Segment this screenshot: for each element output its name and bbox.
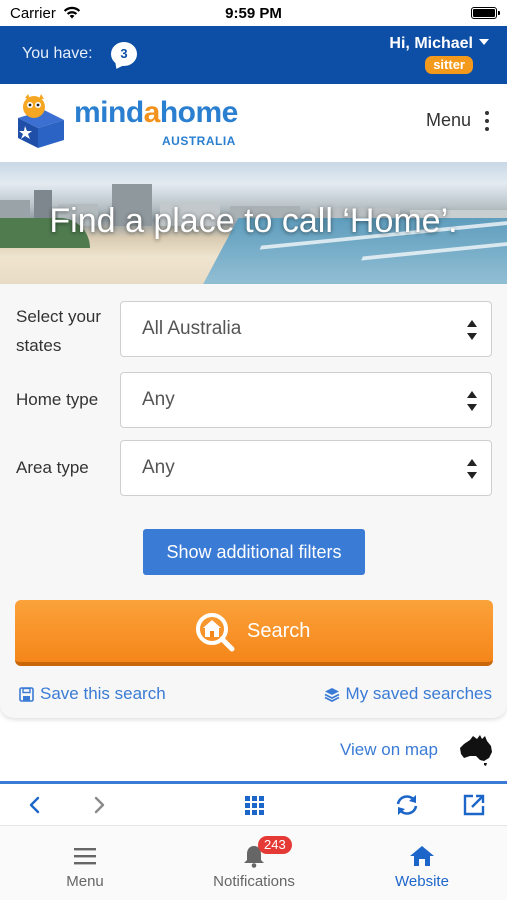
role-badge: sitter xyxy=(425,56,473,74)
you-have-label: You have: xyxy=(22,45,93,62)
australia-map-icon[interactable] xyxy=(458,732,494,766)
open-external-icon[interactable] xyxy=(461,792,487,818)
hamburger-icon xyxy=(74,848,96,865)
search-button-label: Search xyxy=(247,620,311,642)
state-select-value: All Australia xyxy=(142,318,242,339)
tab-notifications[interactable]: Notifications xyxy=(199,826,309,900)
site-header: mindahome AUSTRALIA Menu xyxy=(0,84,507,162)
logo-part-mind: mind xyxy=(74,96,144,129)
saved-searches-link[interactable]: My saved searches xyxy=(324,684,492,704)
hero-banner: Find a place to call ‘Home’. xyxy=(0,162,507,284)
forward-icon[interactable] xyxy=(86,792,112,818)
area-type-select[interactable]: Any xyxy=(120,440,492,496)
battery-icon xyxy=(471,7,500,19)
area-type-select-value: Any xyxy=(142,457,175,478)
home-type-select[interactable]: Any xyxy=(120,372,492,428)
search-form: Select your states All Australia Home ty… xyxy=(0,284,507,718)
home-type-label: Home type xyxy=(16,390,99,409)
state-label: Select your states xyxy=(16,307,102,355)
refresh-icon[interactable] xyxy=(394,792,420,818)
user-menu-toggle[interactable]: Hi, Michael xyxy=(389,35,489,53)
tab-bar: Menu Notifications 243 Website xyxy=(0,826,507,900)
header-menu-button[interactable]: Menu xyxy=(426,110,489,131)
greeting-text: Hi, Michael xyxy=(389,35,473,52)
tab-menu-label: Menu xyxy=(66,873,104,890)
logo-part-home: home xyxy=(159,96,239,129)
layers-icon xyxy=(324,687,339,702)
status-bar: Carrier 9:59 PM xyxy=(0,0,507,26)
show-filters-button[interactable]: Show additional filters xyxy=(143,529,365,575)
messages-bubble-icon[interactable]: 3 xyxy=(111,42,137,66)
area-type-label: Area type xyxy=(16,458,89,477)
logo-wordmark[interactable]: mindahome xyxy=(74,96,238,130)
back-icon[interactable] xyxy=(22,792,48,818)
menu-label: Menu xyxy=(425,110,471,130)
clock: 9:59 PM xyxy=(225,5,282,22)
logo-part-a: a xyxy=(143,96,161,129)
tab-menu[interactable]: Menu xyxy=(40,826,130,900)
view-on-map-link[interactable]: View on map xyxy=(340,740,438,760)
home-icon xyxy=(410,846,434,866)
save-search-label: Save this search xyxy=(40,684,166,703)
select-arrows-icon xyxy=(467,391,477,411)
state-select[interactable]: All Australia xyxy=(120,301,492,357)
notifications-count-badge: 243 xyxy=(258,836,292,854)
select-arrows-icon xyxy=(467,459,477,479)
caret-down-icon xyxy=(479,39,489,45)
tab-website-label: Website xyxy=(395,873,449,890)
save-search-link[interactable]: Save this search xyxy=(19,684,166,704)
logo-subtitle: AUSTRALIA xyxy=(162,134,236,148)
floppy-disk-icon xyxy=(19,686,34,702)
logo-mascot-icon[interactable] xyxy=(14,94,66,150)
tab-notifications-label: Notifications xyxy=(213,873,295,890)
select-arrows-icon xyxy=(467,320,477,340)
user-bar: You have: 3 Hi, Michael sitter xyxy=(0,26,507,84)
saved-searches-label: My saved searches xyxy=(345,684,492,703)
home-search-icon xyxy=(196,613,235,652)
tab-website[interactable]: Website xyxy=(377,826,467,900)
grid-icon[interactable] xyxy=(241,792,267,818)
kebab-menu-icon xyxy=(485,110,489,131)
hero-title: Find a place to call ‘Home’. xyxy=(49,202,458,240)
home-type-select-value: Any xyxy=(142,389,175,410)
browser-toolbar xyxy=(0,781,507,826)
search-button[interactable]: Search xyxy=(15,600,493,666)
